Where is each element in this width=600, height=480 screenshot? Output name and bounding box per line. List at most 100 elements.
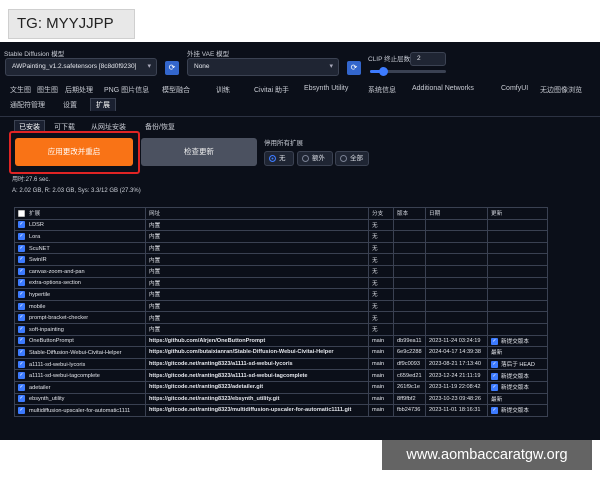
tab-row2-0[interactable]: 通配符管理 — [10, 100, 45, 110]
update-checkbox[interactable]: ✓ — [491, 407, 498, 415]
disable-option-1[interactable]: 额外 — [297, 151, 333, 166]
enable-checkbox[interactable]: ✓ — [18, 337, 25, 345]
tab-3[interactable]: PNG 图片信息 — [104, 85, 149, 95]
tab-6[interactable]: Civitai 助手 — [254, 85, 289, 95]
enable-checkbox[interactable]: ✓ — [18, 395, 25, 403]
enable-checkbox[interactable]: ✓ — [18, 244, 25, 252]
tab-11[interactable]: 无边图像浏览 — [540, 85, 582, 95]
tab-5[interactable]: 训练 — [216, 85, 230, 95]
branch-cell: 无 — [368, 230, 394, 243]
clip-skip-input[interactable]: 2 — [410, 52, 446, 66]
date-cell — [425, 230, 488, 243]
table-header-row: 扩展 网址 分支 版本 日期 更新 — [14, 207, 548, 220]
update-cell — [487, 322, 548, 336]
clip-skip-slider[interactable] — [370, 67, 446, 76]
tab-7[interactable]: Ebsynth Utility — [304, 85, 348, 92]
version-cell: 261f9c1e — [393, 380, 426, 394]
tab-1[interactable]: 图生图 — [37, 85, 58, 95]
vae-model-value: None — [194, 63, 210, 70]
radio-button[interactable] — [269, 155, 276, 162]
url-cell: 内置 — [145, 288, 369, 301]
disable-option-0[interactable]: 无 — [264, 151, 294, 166]
extension-cell: ✓ Lora — [14, 230, 146, 243]
tab-row2-1[interactable]: 设置 — [63, 100, 77, 110]
version-cell — [393, 276, 426, 290]
url-cell: 内置 — [145, 276, 369, 290]
extension-name: a1111-sd-webui-tagcomplete — [29, 373, 100, 380]
column-header-date: 日期 — [425, 207, 488, 220]
version-cell — [393, 311, 426, 324]
enable-checkbox[interactable]: ✓ — [18, 232, 25, 240]
tab-10[interactable]: ComfyUI — [501, 85, 528, 92]
enable-checkbox[interactable]: ✓ — [18, 406, 25, 414]
extension-cell: ✓ a1111-sd-webui-tagcomplete — [14, 369, 146, 382]
disable-option-2[interactable]: 全部 — [335, 151, 369, 166]
enable-checkbox[interactable]: ✓ — [18, 290, 25, 298]
extension-cell: ✓ mobile — [14, 299, 146, 313]
enable-checkbox[interactable]: ✓ — [18, 383, 25, 391]
enable-checkbox[interactable]: ✓ — [18, 267, 25, 275]
url-cell[interactable]: https://github.com/AIrjen/OneButtonPromp… — [145, 334, 369, 348]
update-checkbox[interactable]: ✓ — [491, 372, 498, 380]
radio-button[interactable] — [302, 155, 309, 162]
url-cell[interactable]: https://gitcode.net/ranting8323/multidif… — [145, 404, 369, 417]
url-cell: 内置 — [145, 218, 369, 232]
tab-2[interactable]: 后期处理 — [65, 85, 93, 95]
refresh-vae-button[interactable]: ⟳ — [347, 61, 361, 75]
tab-extensions[interactable]: 扩展 — [90, 98, 116, 111]
extension-name: soft-inpainting — [29, 326, 64, 333]
tab-0[interactable]: 文生图 — [10, 85, 31, 95]
extension-name: hypertile — [29, 291, 51, 298]
update-status: 最新 — [491, 396, 503, 403]
version-cell: df9c0093 — [393, 357, 426, 371]
table-row: ✓ multidiffusion-upscaler-for-automatic11… — [14, 404, 548, 417]
vae-model-select[interactable]: None ▾ — [187, 58, 339, 76]
url-cell[interactable]: https://github.com/butaixianran/Stable-D… — [145, 346, 369, 359]
extension-name: extra-options-section — [29, 280, 81, 287]
url-cell: 内置 — [145, 230, 369, 243]
enable-checkbox[interactable]: ✓ — [18, 256, 25, 264]
enable-checkbox[interactable]: ✓ — [18, 221, 25, 229]
update-status: 落后于 HEAD — [501, 362, 535, 368]
radio-button[interactable] — [340, 155, 347, 162]
extension-cell: ✓ canvas-zoom-and-pan — [14, 264, 146, 278]
refresh-model-button[interactable]: ⟳ — [165, 61, 179, 75]
extension-name: adetailer — [29, 384, 51, 391]
update-checkbox[interactable]: ✓ — [491, 337, 498, 345]
date-cell: 2023-11-01 18:16:31 — [425, 404, 488, 417]
url-cell[interactable]: https://gitcode.net/ranting8323/ebsynth_… — [145, 392, 369, 406]
url-cell[interactable]: https://gitcode.net/ranting8323/a1111-sd… — [145, 357, 369, 371]
version-cell — [393, 230, 426, 243]
enable-checkbox[interactable]: ✓ — [18, 348, 25, 356]
subtab-3[interactable]: 备份/恢复 — [145, 122, 175, 132]
update-cell — [487, 230, 548, 243]
update-checkbox[interactable]: ✓ — [491, 384, 498, 392]
update-cell — [487, 288, 548, 301]
update-checkbox[interactable]: ✓ — [491, 361, 498, 369]
extension-name: prompt-bracket-checker — [29, 315, 89, 322]
update-status: 新提交版本 — [501, 373, 529, 380]
tab-8[interactable]: 系统信息 — [368, 85, 396, 95]
enable-checkbox[interactable]: ✓ — [18, 314, 25, 322]
url-cell[interactable]: https://gitcode.net/ranting8323/adetaile… — [145, 380, 369, 394]
chevron-down-icon: ▾ — [329, 63, 333, 70]
tab-4[interactable]: 模型融合 — [162, 85, 190, 95]
enable-checkbox[interactable]: ✓ — [18, 279, 25, 287]
date-cell — [425, 299, 488, 313]
enable-checkbox[interactable]: ✓ — [18, 325, 25, 333]
column-header-extension[interactable]: 扩展 — [14, 207, 146, 220]
clip-slider-handle[interactable] — [378, 67, 388, 76]
sd-model-value: AWPainting_v1.2.safetensors [8c8d0f9230] — [12, 63, 137, 70]
disable-all-label: 停用所有扩展 — [264, 140, 303, 147]
check-updates-button[interactable]: 检查更新 — [141, 138, 257, 166]
enable-checkbox[interactable]: ✓ — [18, 302, 25, 310]
branch-cell: 无 — [368, 311, 394, 324]
enable-checkbox[interactable]: ✓ — [18, 360, 25, 368]
update-cell — [487, 311, 548, 324]
enable-checkbox[interactable]: ✓ — [18, 372, 25, 380]
sd-model-select[interactable]: AWPainting_v1.2.safetensors [8c8d0f9230]… — [5, 58, 157, 76]
branch-cell: main — [368, 334, 394, 348]
tab-9[interactable]: Additional Networks — [412, 85, 474, 92]
select-all-checkbox[interactable] — [18, 210, 25, 218]
url-cell[interactable]: https://gitcode.net/ranting8323/a1111-sd… — [145, 369, 369, 382]
